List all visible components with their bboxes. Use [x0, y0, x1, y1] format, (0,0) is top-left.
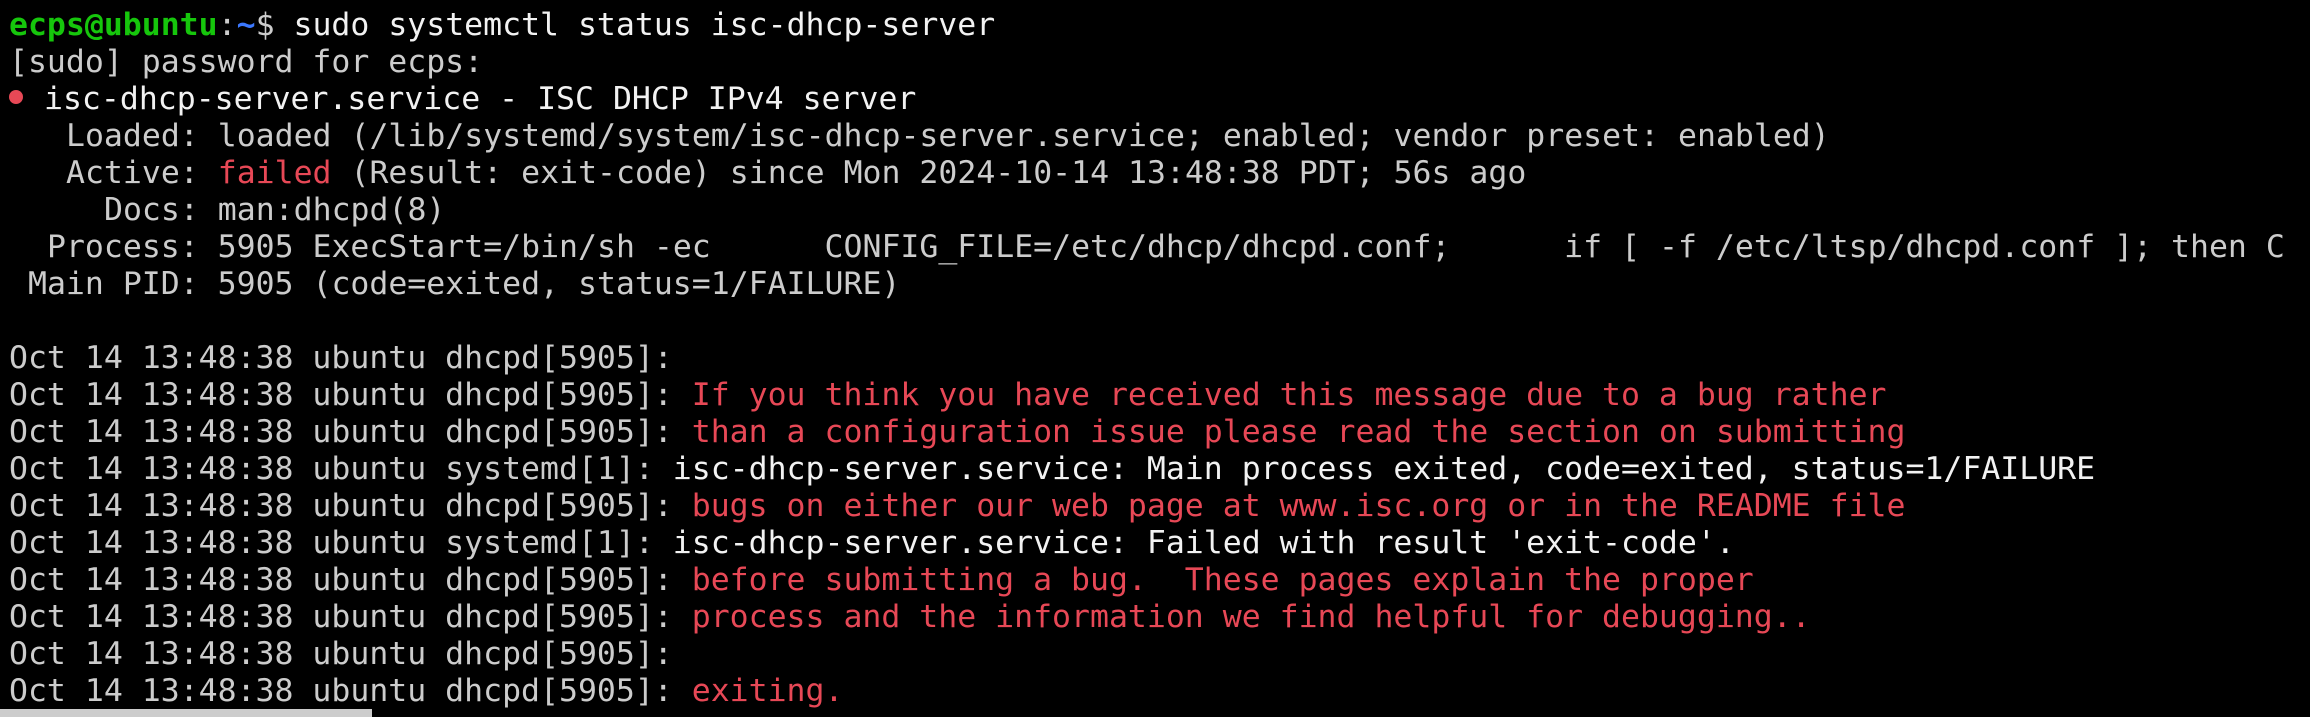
- unit-title: isc-dhcp-server.service - ISC DHCP IPv4 …: [44, 81, 917, 117]
- prompt-path: ~: [236, 7, 256, 43]
- unit-title-line: isc-dhcp-server.service - ISC DHCP IPv4 …: [0, 81, 2310, 118]
- log-message: If you think you have received this mess…: [672, 377, 1887, 413]
- docs-label: Docs:: [104, 192, 199, 228]
- log-line: Oct 14 13:48:38 ubuntu dhcpd[5905]: befo…: [0, 562, 2310, 599]
- log-line: Oct 14 13:48:38 ubuntu dhcpd[5905]: bugs…: [0, 488, 2310, 525]
- process-label: Process:: [47, 229, 199, 265]
- active-label: Active:: [66, 155, 199, 191]
- log-message: isc-dhcp-server.service: Main process ex…: [653, 451, 2096, 487]
- active-state: failed: [217, 155, 332, 191]
- log-line: Oct 14 13:48:38 ubuntu dhcpd[5905]: If y…: [0, 377, 2310, 414]
- log-prefix: Oct 14 13:48:38 ubuntu dhcpd[5905]:: [9, 340, 673, 376]
- process-line: Process: 5905 ExecStart=/bin/sh -ec CONF…: [0, 229, 2310, 266]
- prompt-symbol: $: [255, 7, 275, 43]
- active-detail: (Result: exit-code) since Mon 2024-10-14…: [331, 155, 1527, 191]
- log-line: Oct 14 13:48:38 ubuntu dhcpd[5905]:: [0, 636, 2310, 673]
- sudo-password-prompt: [sudo] password for ecps:: [9, 44, 484, 80]
- log-message: exiting.: [672, 673, 844, 709]
- log-message: process and the information we find help…: [672, 599, 1811, 635]
- log-prefix: Oct 14 13:48:38 ubuntu systemd[1]:: [9, 451, 654, 487]
- log-line: Oct 14 13:48:38 ubuntu systemd[1]: isc-d…: [0, 451, 2310, 488]
- pager-status-bar: [0, 709, 372, 717]
- terminal-window[interactable]: ecps@ubuntu:~$ sudo systemctl status isc…: [0, 0, 2310, 717]
- process-value: 5905 ExecStart=/bin/sh -ec CONFIG_FILE=/…: [198, 229, 2285, 265]
- log-message: isc-dhcp-server.service: Failed with res…: [653, 525, 1735, 561]
- loaded-line: Loaded: loaded (/lib/systemd/system/isc-…: [0, 118, 2310, 155]
- log-message: than a configuration issue please read t…: [672, 414, 1906, 450]
- log-line: Oct 14 13:48:38 ubuntu dhcpd[5905]:: [0, 340, 2310, 377]
- log-message: before submitting a bug. These pages exp…: [672, 562, 1754, 598]
- log-prefix: Oct 14 13:48:38 ubuntu dhcpd[5905]:: [9, 636, 673, 672]
- active-line: Active: failed (Result: exit-code) since…: [0, 155, 2310, 192]
- log-line: Oct 14 13:48:38 ubuntu dhcpd[5905]: proc…: [0, 599, 2310, 636]
- command-line: ecps@ubuntu:~$ sudo systemctl status isc…: [0, 7, 2310, 44]
- docs-value: man:dhcpd(8): [198, 192, 446, 228]
- prompt-user-host: ecps@ubuntu: [9, 7, 218, 43]
- failed-status-dot-icon: [9, 90, 23, 104]
- main-pid-line: Main PID: 5905 (code=exited, status=1/FA…: [0, 266, 2310, 303]
- docs-line: Docs: man:dhcpd(8): [0, 192, 2310, 229]
- loaded-label: Loaded:: [66, 118, 199, 154]
- log-prefix: Oct 14 13:48:38 ubuntu systemd[1]:: [9, 525, 654, 561]
- log-prefix: Oct 14 13:48:38 ubuntu dhcpd[5905]:: [9, 673, 673, 709]
- command-text: sudo systemctl status isc-dhcp-server: [274, 7, 996, 43]
- log-line: Oct 14 13:48:38 ubuntu dhcpd[5905]: than…: [0, 414, 2310, 451]
- log-prefix: Oct 14 13:48:38 ubuntu dhcpd[5905]:: [9, 414, 673, 450]
- log-prefix: Oct 14 13:48:38 ubuntu dhcpd[5905]:: [9, 562, 673, 598]
- main-pid-label: Main PID:: [28, 266, 199, 302]
- log-message: bugs on either our web page at www.isc.o…: [672, 488, 1906, 524]
- log-prefix: Oct 14 13:48:38 ubuntu dhcpd[5905]:: [9, 377, 673, 413]
- log-line: Oct 14 13:48:38 ubuntu dhcpd[5905]: exit…: [0, 673, 2310, 710]
- main-pid-value: 5905 (code=exited, status=1/FAILURE): [198, 266, 901, 302]
- log-prefix: Oct 14 13:48:38 ubuntu dhcpd[5905]:: [9, 488, 673, 524]
- log-line: Oct 14 13:48:38 ubuntu systemd[1]: isc-d…: [0, 525, 2310, 562]
- loaded-value: loaded (/lib/systemd/system/isc-dhcp-ser…: [198, 118, 1830, 154]
- prompt-separator: :: [217, 7, 237, 43]
- log-prefix: Oct 14 13:48:38 ubuntu dhcpd[5905]:: [9, 599, 673, 635]
